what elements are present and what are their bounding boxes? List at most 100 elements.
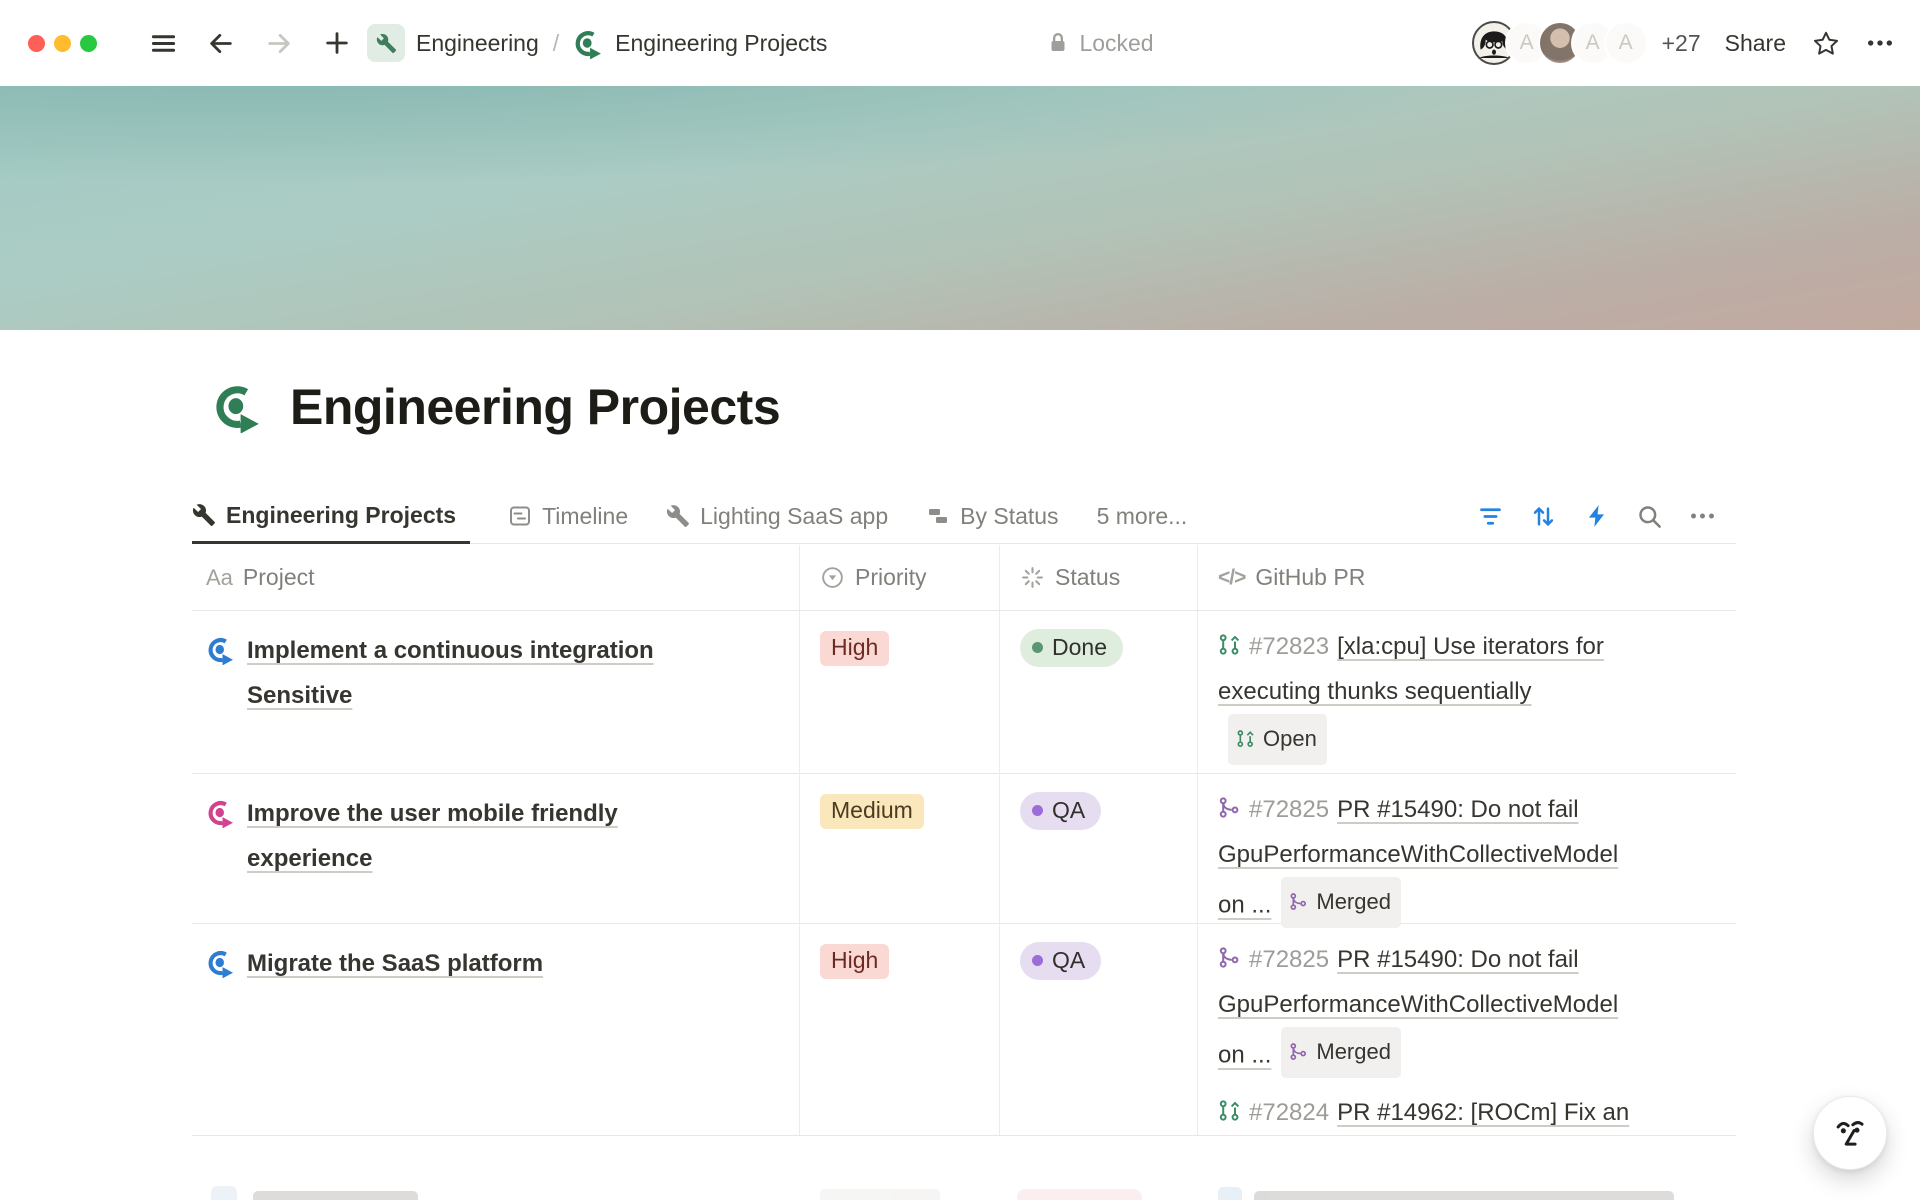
status-property-icon [1020,565,1045,590]
pr-state-label: Merged [1316,879,1391,924]
status-dot [1032,805,1043,816]
presence-overflow-count[interactable]: +27 [1662,30,1701,57]
tab-by-status[interactable]: By Status [926,489,1058,543]
zoom-window-button[interactable] [80,35,97,52]
pr-number: #72825 [1249,796,1329,823]
pr-icon-placeholder [1218,1187,1242,1200]
column-header-project[interactable]: Aa Project [192,545,800,610]
pr-merged-icon [1218,946,1242,970]
tab-engineering-projects[interactable]: Engineering Projects [192,490,470,544]
breadcrumb-separator: / [553,30,559,57]
tab-label: Timeline [542,503,628,530]
more-views-button[interactable]: 5 more... [1097,503,1188,530]
pr-number: #72823 [1249,633,1329,660]
page-cycle-icon [573,28,604,59]
new-page-icon[interactable] [323,29,351,57]
table-row: Improve the user mobile friendly experie… [192,774,1736,924]
priority-badge[interactable]: Medium [820,794,924,829]
priority-badge[interactable]: High [820,944,889,979]
pr-merged-icon [1289,1042,1309,1062]
sort-icon[interactable] [1530,503,1557,530]
table-header-row: Aa Project Priority Status [192,545,1736,611]
tab-label: Engineering Projects [226,502,456,529]
project-cycle-icon [211,1186,237,1200]
pr-merged-icon [1289,892,1309,912]
share-button[interactable]: Share [1725,30,1786,57]
automation-lightning-icon[interactable] [1583,503,1610,530]
github-pr-entry: #72824PR #14962: [ROCm] Fix an issue wit… [1218,1090,1630,1136]
partial-next-row [192,1183,1736,1200]
close-window-button[interactable] [28,35,45,52]
window-toolbar: Engineering / Engineering Projects Locke… [0,0,1920,86]
status-badge-placeholder [1017,1189,1142,1200]
view-options-more-icon[interactable] [1689,503,1716,530]
pr-title-placeholder [1254,1191,1674,1200]
sidebar-menu-icon[interactable] [149,29,177,57]
teamspace-wrench-icon[interactable] [367,24,405,62]
avatar[interactable]: A [1604,21,1648,65]
status-label: Done [1052,634,1107,661]
tab-label: By Status [960,503,1058,530]
board-icon [926,504,950,528]
toolbar-more-icon[interactable] [1866,29,1894,57]
pr-state-pill[interactable]: Open [1428,1135,1527,1136]
favorite-star-icon[interactable] [1812,29,1840,57]
presence-avatars[interactable]: A A A [1472,21,1648,65]
forward-icon[interactable] [265,29,293,57]
status-dot [1032,642,1043,653]
priority-badge-placeholder [820,1189,940,1200]
breadcrumb-page[interactable]: Engineering Projects [615,30,827,57]
back-icon[interactable] [207,29,235,57]
priority-badge[interactable]: High [820,631,889,666]
wrench-icon [666,504,690,528]
pr-state-pill[interactable]: Merged [1281,877,1401,928]
pr-number: #72824 [1249,1099,1329,1126]
column-header-priority[interactable]: Priority [800,545,1000,610]
page-title-cycle-icon[interactable] [212,381,264,433]
project-cycle-icon [206,948,236,978]
breadcrumb-teamspace[interactable]: Engineering [416,30,539,57]
status-dot [1032,955,1043,966]
pr-number: #72825 [1249,946,1329,973]
tab-timeline[interactable]: Timeline [508,489,628,543]
column-label: Priority [855,564,927,591]
project-title-link[interactable]: Improve the user mobile friendly experie… [247,791,677,881]
page-cover-image[interactable] [0,86,1920,330]
column-label: Status [1055,564,1120,591]
wrench-icon [192,503,216,527]
lock-icon [1046,31,1070,55]
search-icon[interactable] [1636,503,1663,530]
pr-state-label: Merged [1316,1029,1391,1074]
status-badge[interactable]: QA [1020,942,1101,980]
project-cycle-icon [206,798,236,828]
code-property-icon: </> [1218,566,1245,590]
pr-state-label: Open [1263,716,1317,761]
project-title-link[interactable]: Migrate the SaaS platform [247,941,543,986]
minimize-window-button[interactable] [54,35,71,52]
tab-label: Lighting SaaS app [700,503,888,530]
filter-icon[interactable] [1477,503,1504,530]
project-cycle-icon [206,635,236,665]
page-title[interactable]: Engineering Projects [290,378,780,436]
tab-lighting-saas-app[interactable]: Lighting SaaS app [666,489,888,543]
pr-open-icon [1218,633,1242,657]
column-header-status[interactable]: Status [1000,545,1198,610]
select-property-icon [820,565,845,590]
database-view-tabs: Engineering Projects Timeline Lighting S… [192,489,1736,544]
column-header-github-pr[interactable]: </> GitHub PR [1198,545,1736,610]
ai-assistant-button[interactable] [1813,1096,1887,1170]
text-property-icon: Aa [206,565,233,591]
github-pr-entry: #72825PR #15490: Do not fail GpuPerforma… [1218,937,1630,1078]
project-title-link[interactable]: Implement a continuous integration Sensi… [247,628,677,718]
column-label: GitHub PR [1255,564,1365,591]
status-badge[interactable]: QA [1020,792,1101,830]
column-label: Project [243,564,315,591]
status-label: QA [1052,797,1085,824]
pr-state-pill[interactable]: Open [1228,714,1327,765]
project-title-placeholder [253,1191,418,1200]
status-badge[interactable]: Done [1020,629,1123,667]
pr-state-pill[interactable]: Merged [1281,1027,1401,1078]
table-row: Implement a continuous integration Sensi… [192,611,1736,774]
locked-indicator[interactable]: Locked [1046,30,1153,57]
github-pr-entry: #72825PR #15490: Do not fail GpuPerforma… [1218,787,1630,928]
